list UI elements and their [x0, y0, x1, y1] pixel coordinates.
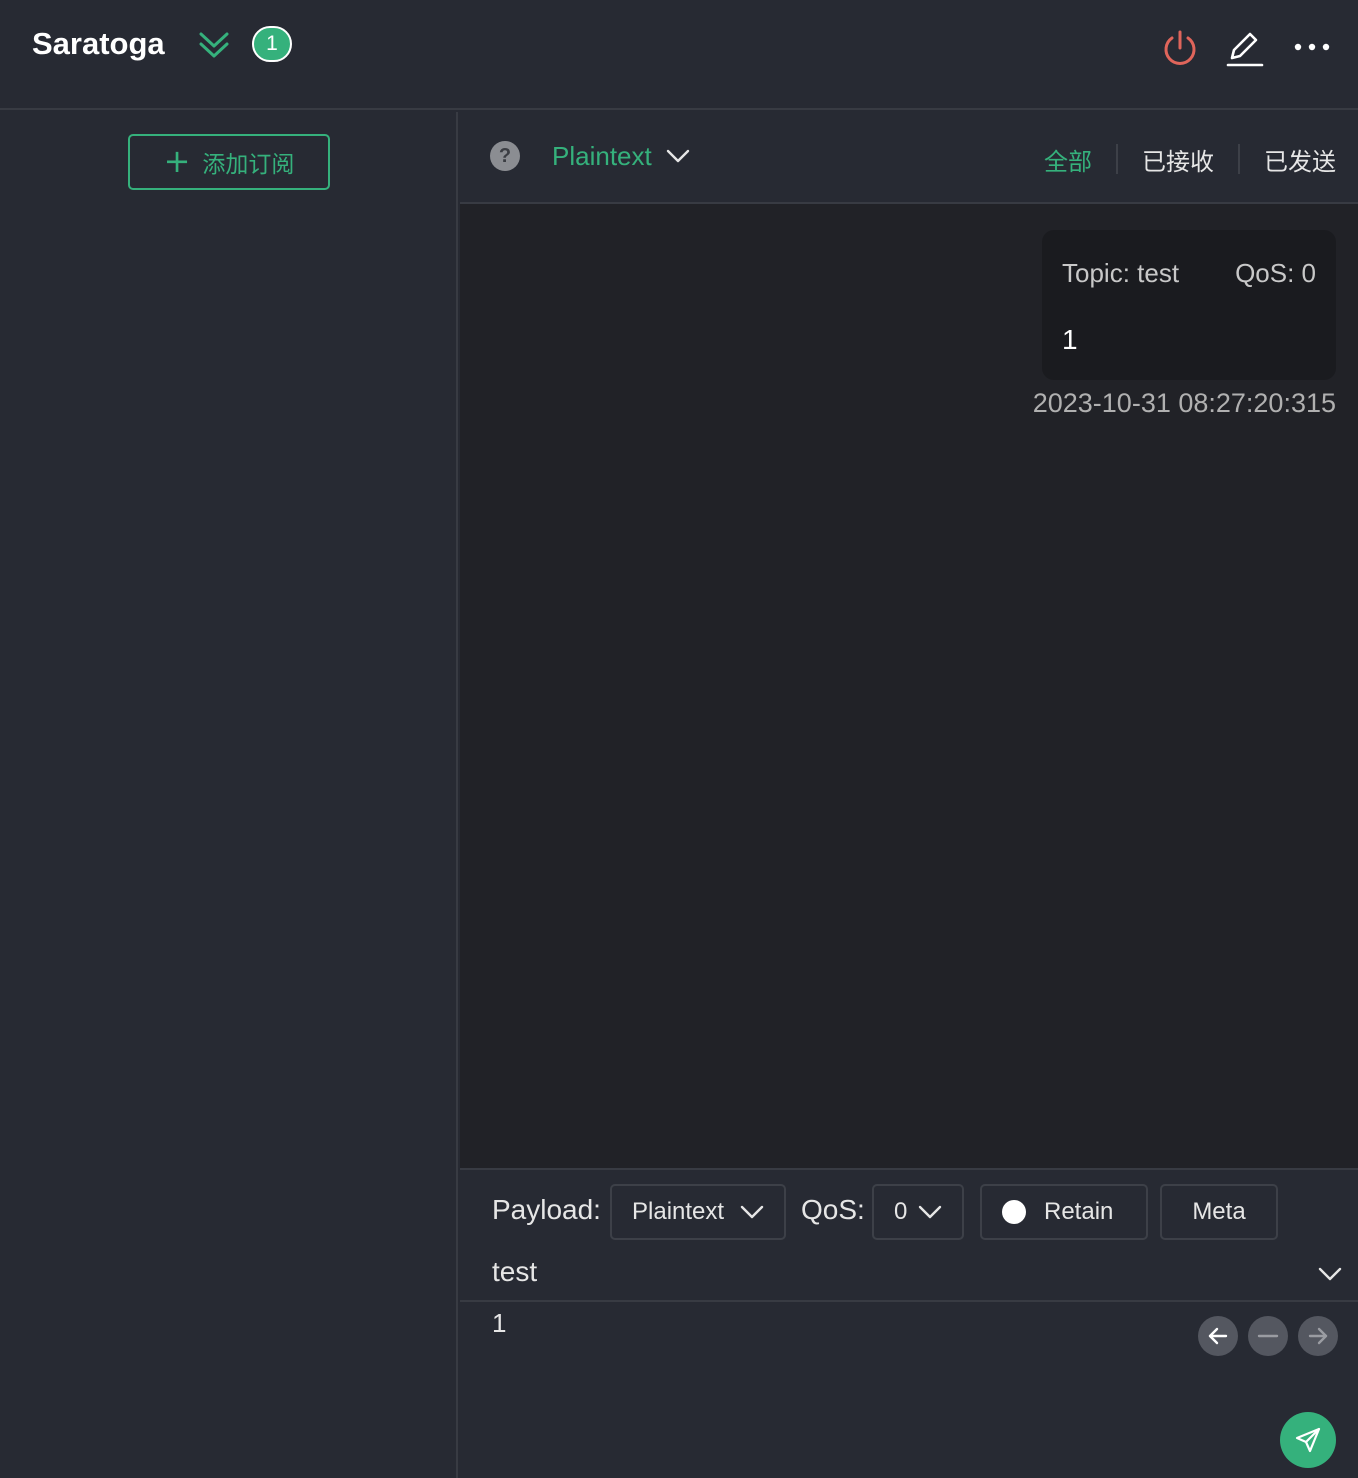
tab-all[interactable]: 全部 [1020, 142, 1116, 177]
payload-editor[interactable]: 1 [492, 1308, 506, 1339]
message-bubble[interactable]: Topic: test QoS: 0 1 [1042, 230, 1336, 380]
edit-icon[interactable] [1224, 28, 1264, 68]
history-clear-button[interactable] [1248, 1316, 1288, 1356]
publish-panel: Payload: Plaintext QoS: 0 Retain Meta te… [460, 1168, 1358, 1478]
topic-row: test [460, 1242, 1358, 1302]
connection-name: Saratoga [32, 26, 165, 61]
tab-received[interactable]: 已接收 [1118, 142, 1238, 177]
meta-label: Meta [1192, 1198, 1246, 1225]
message-list[interactable]: Topic: test QoS: 0 1 2023-10-31 08:27:20… [460, 204, 1358, 1168]
plus-icon: + [163, 141, 191, 180]
message-topic: Topic: test [1062, 258, 1180, 288]
arrow-left-icon [1208, 1327, 1228, 1345]
qos-label: QoS: [801, 1194, 865, 1225]
publish-format-select[interactable]: Plaintext [610, 1184, 786, 1240]
payload-label: Payload: [492, 1194, 601, 1225]
payload-format-select[interactable]: Plaintext [552, 138, 690, 174]
history-next-button[interactable] [1298, 1316, 1338, 1356]
message-count-badge: 1 [252, 26, 292, 62]
tab-sent[interactable]: 已发送 [1240, 142, 1336, 177]
qos-value: 0 [894, 1198, 908, 1225]
chevron-down-icon [740, 1205, 764, 1219]
chevron-down-icon[interactable] [1316, 1260, 1344, 1288]
meta-button[interactable]: Meta [1160, 1184, 1278, 1240]
retain-toggle[interactable]: Retain [980, 1184, 1148, 1240]
qos-select[interactable]: 0 [872, 1184, 964, 1240]
topic-input[interactable]: test [492, 1256, 537, 1288]
message-timestamp: 2023-10-31 08:27:20:315 [1032, 388, 1336, 418]
message-filter-bar: ? Plaintext 全部 已接收 已发送 [460, 112, 1358, 204]
payload-format-value: Plaintext [552, 140, 652, 171]
retain-label: Retain [1044, 1198, 1114, 1225]
message-type-tabs: 全部 已接收 已发送 [1020, 142, 1336, 176]
connection-header: Saratoga 1 [0, 0, 1358, 110]
subscriptions-panel: + 添加订阅 [0, 112, 458, 1478]
minus-icon [1257, 1334, 1279, 1338]
send-button[interactable] [1280, 1412, 1336, 1468]
more-icon[interactable] [1292, 28, 1332, 68]
history-prev-button[interactable] [1198, 1316, 1238, 1356]
message-qos: QoS: 0 [1235, 258, 1316, 288]
message-payload: 1 [1062, 324, 1078, 355]
chevron-down-icon [918, 1205, 942, 1219]
publish-format-value: Plaintext [632, 1198, 725, 1225]
retain-radio[interactable] [1002, 1200, 1026, 1224]
send-icon [1295, 1427, 1321, 1453]
arrow-right-icon [1308, 1327, 1328, 1345]
add-subscription-button[interactable]: + 添加订阅 [128, 134, 330, 190]
add-subscription-label: 添加订阅 [202, 152, 295, 178]
help-icon[interactable]: ? [490, 141, 520, 171]
power-icon[interactable] [1160, 28, 1200, 68]
chevrons-down-icon[interactable] [197, 28, 231, 62]
app-window: Saratoga 1 + 添加订阅 ? Plaintext 全部 已接收 已发送… [0, 0, 1358, 1478]
chevron-down-icon [666, 149, 689, 163]
